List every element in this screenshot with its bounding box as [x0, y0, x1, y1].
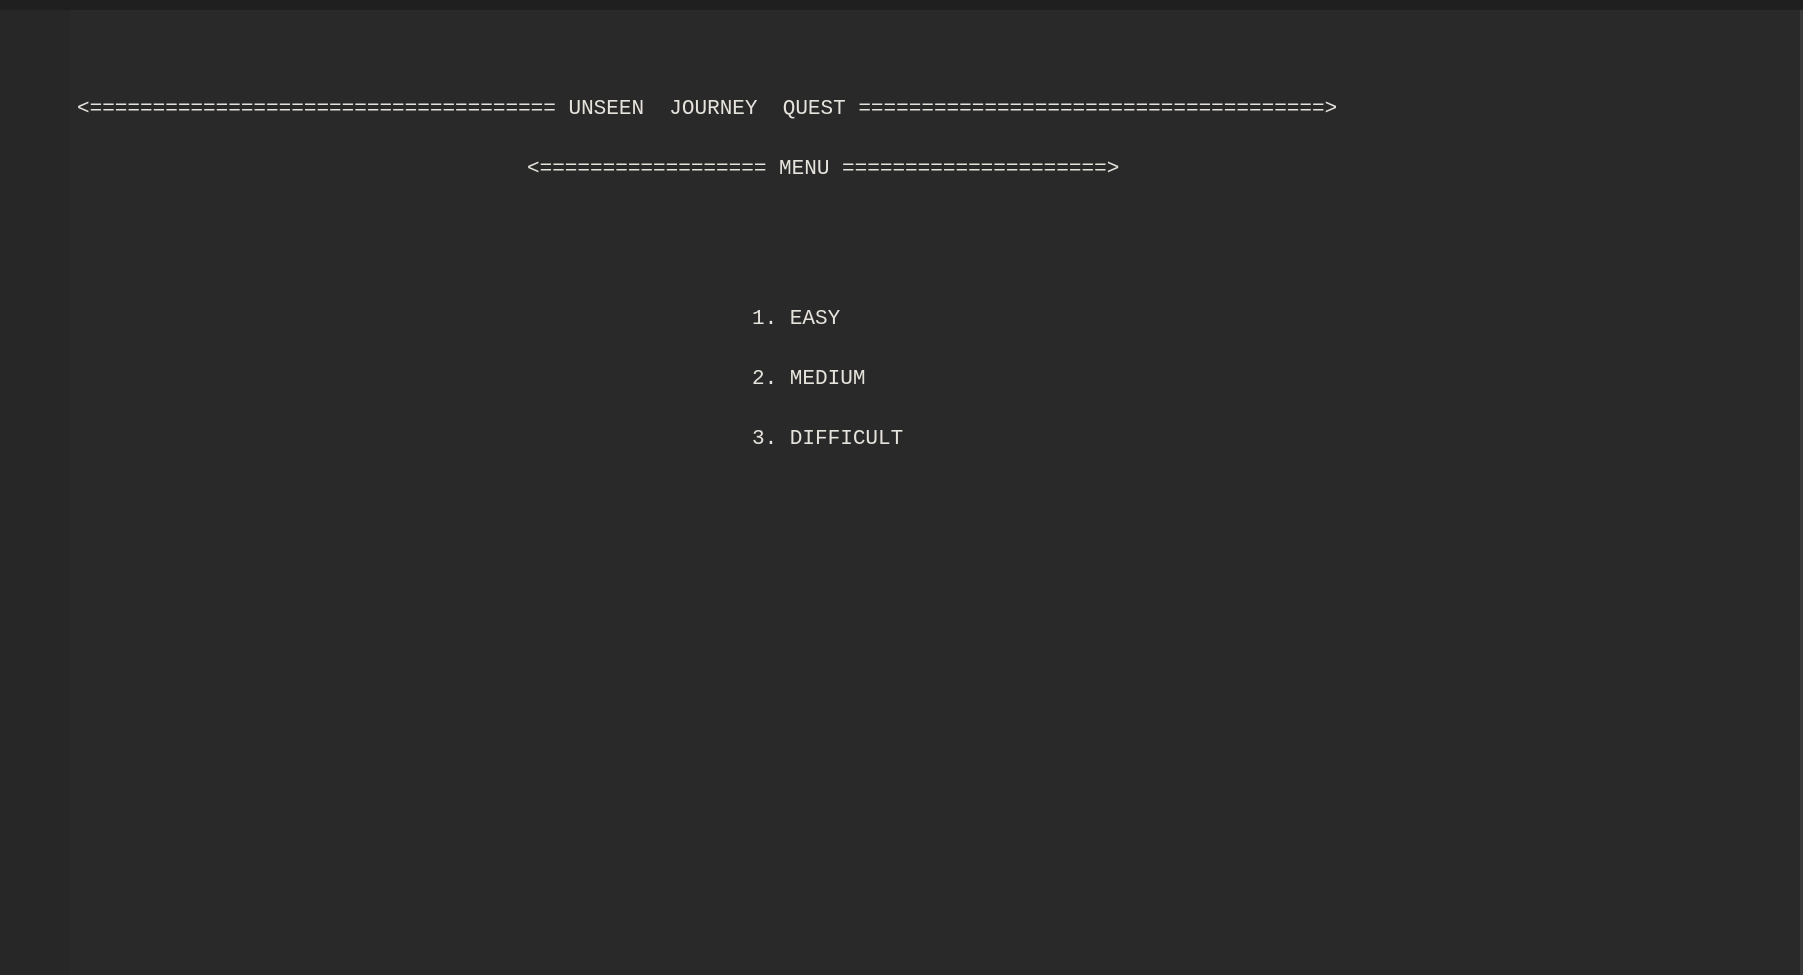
top-bar: [0, 0, 1803, 10]
game-title-banner: <===================================== U…: [77, 98, 1338, 121]
terminal-screen: <===================================== U…: [0, 0, 1803, 975]
left-gutter: [0, 10, 70, 975]
menu-banner: <================== MENU ===============…: [527, 158, 1120, 181]
menu-option-medium[interactable]: 2. MEDIUM: [752, 369, 865, 390]
menu-option-difficult[interactable]: 3. DIFFICULT: [752, 429, 903, 450]
menu-option-easy[interactable]: 1. EASY: [752, 309, 840, 330]
